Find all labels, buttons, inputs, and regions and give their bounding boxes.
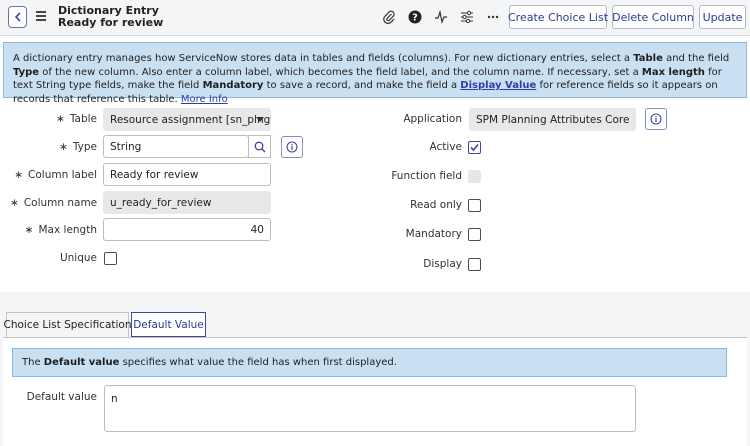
application-value: SPM Planning Attributes Core	[476, 113, 630, 126]
max-length-label: ∗ Max length	[24, 224, 97, 236]
back-icon	[14, 12, 21, 22]
banner-text: and the field	[662, 53, 730, 64]
menu-icon[interactable]	[36, 11, 46, 21]
column-label-value: Ready for review	[110, 168, 199, 181]
function-field-label: Function field	[391, 170, 462, 182]
banner2-text: The	[22, 357, 41, 368]
application-field: SPM Planning Attributes Core	[469, 108, 636, 131]
unique-label: Unique	[59, 252, 97, 264]
type-info-button[interactable]	[281, 136, 303, 158]
column-label-label: ∗ Column label	[14, 169, 97, 181]
chevron-down-icon	[256, 117, 264, 122]
create-choice-list-button[interactable]: Create Choice List	[508, 5, 608, 29]
default-value-info-banner: The Default value specifies what value t…	[12, 348, 727, 377]
display-checkbox[interactable]	[468, 258, 481, 271]
read-only-checkbox[interactable]	[468, 199, 481, 212]
form-header: Dictionary Entry Ready for review ? Crea…	[0, 0, 750, 36]
banner-text: A dictionary entry manages how ServiceNo…	[13, 53, 634, 64]
table-label: ∗ Table	[56, 113, 97, 125]
active-checkbox[interactable]	[468, 141, 481, 154]
delete-column-button[interactable]: Delete Column	[612, 5, 694, 29]
banner-bold-type: Type	[13, 66, 40, 78]
function-field-checkbox	[468, 170, 481, 183]
tab-default-value[interactable]: Default Value	[131, 312, 206, 337]
banner-text: of the new column. Also enter a column l…	[39, 66, 642, 78]
banner2-bold: Default value	[43, 357, 120, 368]
record-name: Ready for review	[58, 16, 164, 29]
column-name-input[interactable]: u_ready_for_review	[103, 191, 271, 214]
info-banner: A dictionary entry manages how ServiceNo…	[3, 42, 747, 105]
settings-sliders-icon[interactable]	[459, 9, 475, 25]
search-icon	[254, 141, 265, 152]
type-search-button[interactable]	[248, 135, 271, 158]
back-button[interactable]	[8, 6, 27, 28]
tab-choice-list-specification[interactable]: Choice List Specification	[4, 312, 132, 337]
help-icon[interactable]: ?	[407, 9, 423, 25]
display-value-link[interactable]: Display Value	[460, 80, 536, 91]
max-length-input[interactable]: 40	[103, 218, 271, 241]
type-label: ∗ Type	[59, 141, 97, 153]
column-name-value: u_ready_for_review	[110, 196, 212, 209]
type-input[interactable]: String	[103, 135, 249, 158]
column-label-input[interactable]: Ready for review	[103, 163, 271, 186]
column-name-label: ∗ Column name	[10, 197, 98, 209]
activity-icon[interactable]	[433, 9, 449, 25]
banner-bold-mandatory: Mandatory	[202, 80, 264, 91]
type-value: String	[110, 140, 142, 153]
svg-text:?: ?	[412, 13, 418, 24]
banner2-text: specifies what value the field has when …	[122, 357, 397, 368]
more-info-link[interactable]: More Info	[181, 94, 228, 105]
max-length-value: 40	[250, 223, 264, 236]
checkmark-icon	[470, 143, 479, 152]
update-button[interactable]: Update	[699, 5, 746, 29]
banner-bold-maxlen: Max length	[641, 66, 705, 78]
mandatory-label: Mandatory	[405, 228, 462, 240]
default-value-textarea[interactable]: n	[104, 385, 636, 432]
table-select[interactable]: Resource assignment [sn_plng...	[103, 108, 271, 131]
banner-text: to save a record, and make the field a	[263, 80, 461, 91]
mandatory-checkbox[interactable]	[468, 228, 481, 241]
active-label: Active	[429, 141, 462, 153]
table-value: Resource assignment [sn_plng...	[110, 113, 271, 126]
display-label: Display	[423, 258, 462, 270]
application-label: Application	[403, 113, 462, 125]
banner-bold-table: Table	[633, 53, 663, 64]
info-icon	[286, 141, 298, 153]
read-only-label: Read only	[410, 199, 462, 211]
default-value-label: Default value	[26, 391, 97, 403]
unique-checkbox[interactable]	[104, 252, 117, 265]
info-icon	[650, 113, 662, 125]
default-value-text: n	[111, 393, 118, 405]
more-icon[interactable]	[485, 9, 501, 25]
application-info-button[interactable]	[645, 108, 667, 130]
paperclip-icon[interactable]	[381, 9, 397, 25]
